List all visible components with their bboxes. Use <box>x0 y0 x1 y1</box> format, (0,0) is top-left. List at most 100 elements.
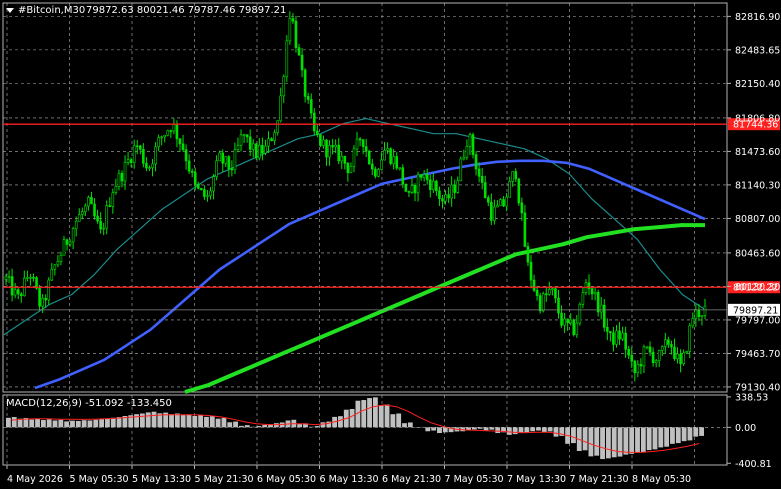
candle-body <box>340 155 344 162</box>
candle-body <box>160 136 163 139</box>
candle-body <box>65 239 69 245</box>
candle-body <box>44 297 47 301</box>
candle-body <box>123 162 127 182</box>
candle-body <box>682 352 685 364</box>
candle-body <box>450 184 453 199</box>
candle-body <box>181 143 185 150</box>
candle-body <box>328 145 331 158</box>
macd-histogram-bar <box>699 427 704 436</box>
candle-body <box>47 279 51 301</box>
candle-body <box>200 188 203 190</box>
macd-histogram-bar <box>93 419 99 428</box>
macd-histogram-bar <box>547 427 553 432</box>
candle-body <box>209 190 212 196</box>
candle-body <box>602 304 606 328</box>
candle-body <box>215 160 218 177</box>
candle-body <box>468 134 472 147</box>
candle-body <box>447 194 450 199</box>
time-tick-label: 7 May 21:30 <box>570 474 629 485</box>
macd-histogram-bar <box>611 427 617 458</box>
candle-body <box>105 205 109 229</box>
macd-histogram-bar <box>169 414 174 428</box>
macd-histogram-bar <box>105 418 110 428</box>
macd-histogram-bar <box>262 424 268 428</box>
candle-body <box>642 346 646 367</box>
candle-body <box>87 197 90 207</box>
candle-body <box>401 167 405 185</box>
candle-body <box>514 171 518 180</box>
candle-body <box>676 353 679 359</box>
candle-body <box>10 276 14 296</box>
macd-histogram-bar <box>536 427 541 431</box>
price-tick-label: 81473.60 <box>735 147 780 158</box>
candle-body <box>645 346 649 349</box>
candle-body <box>163 134 167 138</box>
candle-body <box>108 205 112 207</box>
candle-body <box>526 246 530 263</box>
candle-body <box>654 360 658 363</box>
candle-body <box>261 144 264 154</box>
macd-histogram-bar <box>198 415 204 428</box>
candle-body <box>425 174 429 181</box>
candle-body <box>520 202 524 214</box>
candle-body <box>145 162 148 169</box>
candle-body <box>13 289 17 296</box>
macd-histogram-bar <box>506 427 512 435</box>
candle-body <box>276 120 279 133</box>
candle-body <box>239 134 243 146</box>
candle-body <box>267 138 270 147</box>
candle-body <box>523 212 527 247</box>
candle-body <box>517 178 521 204</box>
candle-body <box>4 276 8 280</box>
candle-body <box>81 211 84 215</box>
candle-body <box>322 139 325 146</box>
candle-body <box>282 76 286 97</box>
candle-body <box>370 163 374 170</box>
macd-histogram-bar <box>553 427 559 437</box>
candle-body <box>16 289 20 295</box>
candle-body <box>251 143 255 150</box>
candle-body <box>557 297 560 314</box>
candle-body <box>667 339 670 345</box>
candle-body <box>279 95 283 122</box>
candle-body <box>566 318 569 324</box>
candle-body <box>615 330 618 345</box>
macd-histogram-bar <box>221 417 227 428</box>
candle-body <box>120 173 124 182</box>
candle-body <box>407 191 411 193</box>
macd-histogram-bar <box>687 427 693 441</box>
macd-histogram-bar <box>273 423 279 428</box>
candle-body <box>53 264 57 270</box>
time-tick-label: 6 May 13:30 <box>320 474 379 485</box>
macd-histogram-bar <box>681 427 687 442</box>
candle-body <box>413 184 417 194</box>
candle-body <box>50 268 54 281</box>
macd-histogram-bar <box>512 427 518 435</box>
price-tick-label: 80463.60 <box>735 248 780 259</box>
candle-body <box>538 295 542 312</box>
macd-histogram-bar <box>70 420 75 428</box>
candle-body <box>664 339 667 347</box>
candle-body <box>529 261 533 281</box>
candle-body <box>685 351 688 354</box>
chart-header: #Bitcoin,M30 79872.63 80021.46 79787.46 … <box>6 5 286 16</box>
price-tick-label: 79463.70 <box>735 349 780 360</box>
candle-body <box>474 154 478 170</box>
candle-body <box>377 169 380 177</box>
candle-body <box>297 47 301 56</box>
macd-histogram-bar <box>407 422 413 428</box>
trading-chart[interactable]: 81744.3680122.2279897.21 82816.9082483.6… <box>0 0 781 489</box>
candle-body <box>554 288 557 299</box>
candle-body <box>496 205 499 208</box>
candle-body <box>114 186 118 194</box>
candle-body <box>441 198 444 202</box>
candle-body <box>84 205 87 212</box>
candle-body <box>422 174 426 178</box>
candle-body <box>541 293 545 312</box>
candle-body <box>264 145 267 154</box>
macd-histogram-bar <box>233 421 238 428</box>
candle-body <box>7 276 11 278</box>
price-tick-label: 80807.00 <box>735 214 780 225</box>
macd-histogram-bar <box>338 416 343 428</box>
candle-body <box>697 309 701 318</box>
